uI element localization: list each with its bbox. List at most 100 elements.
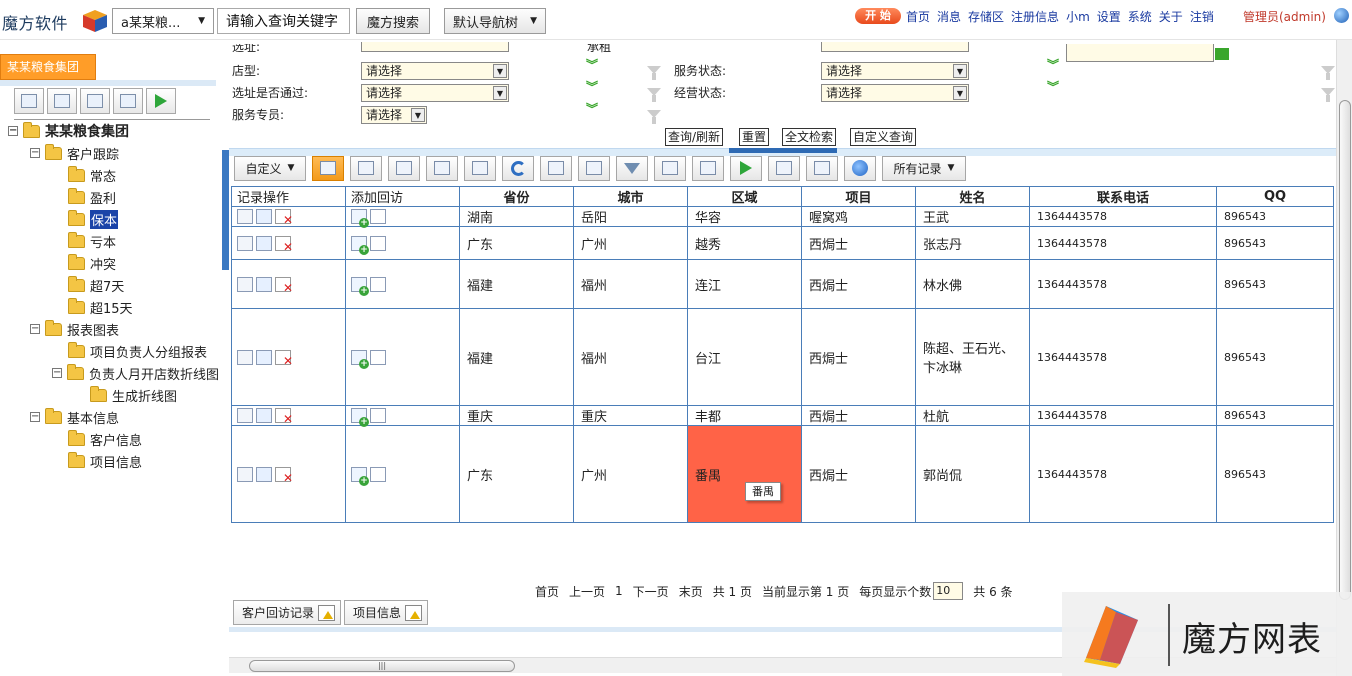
shop-type-select[interactable]: 请选择 ▼ — [361, 62, 509, 80]
collapse-icon[interactable]: − — [8, 126, 18, 136]
service-state-select[interactable]: 请选择 ▼ — [821, 62, 969, 80]
refresh-button[interactable] — [502, 155, 534, 181]
expand-down-icon[interactable]: ︾ — [586, 59, 598, 71]
collapse-icon[interactable]: − — [52, 368, 62, 378]
pager-first[interactable]: 首页 — [535, 583, 559, 600]
tree-node-over-7-days[interactable]: 超7天 — [68, 274, 124, 296]
delete-icon[interactable] — [275, 466, 293, 485]
list-icon[interactable] — [370, 235, 386, 251]
link-little-m[interactable]: 小m — [1066, 8, 1090, 25]
link-system[interactable]: 系统 — [1128, 8, 1152, 25]
filter-input-partial[interactable] — [1066, 44, 1214, 62]
link-logout[interactable]: 注销 — [1190, 8, 1214, 25]
tree-add-button[interactable] — [14, 88, 44, 114]
delete-button[interactable] — [540, 155, 572, 181]
delete-icon[interactable] — [275, 349, 293, 368]
edit-icon[interactable] — [256, 408, 272, 423]
add-record-button[interactable] — [312, 155, 344, 181]
query-refresh-button[interactable]: 查询/刷新 — [665, 128, 724, 146]
column-header[interactable]: 姓名 — [915, 186, 1030, 207]
list-icon[interactable] — [370, 408, 386, 423]
column-header[interactable]: 记录操作 — [231, 186, 346, 207]
pager-next[interactable]: 下一页 — [633, 583, 669, 600]
filter-icon[interactable] — [1321, 66, 1335, 80]
table-row[interactable]: 福建 福州 连江 西焗士 林水佛 1364443578 896543 — [231, 259, 1334, 309]
view-icon[interactable] — [237, 276, 253, 292]
column-header[interactable]: 城市 — [573, 186, 688, 207]
add-visit-icon[interactable] — [351, 209, 369, 228]
tab-project-info[interactable]: 项目信息 — [344, 600, 429, 625]
view-icon[interactable] — [237, 408, 253, 423]
table-row[interactable]: 重庆 重庆 丰都 西焗士 杜航 1364443578 896543 — [231, 405, 1334, 427]
dept-select[interactable]: a某某粮... ▼ — [112, 8, 214, 34]
site-pass-select[interactable]: 请选择 ▼ — [361, 84, 509, 102]
custom-dropdown-button[interactable]: 自定义 ▼ — [234, 155, 306, 181]
edit-icon[interactable] — [256, 349, 272, 365]
edit-icon[interactable] — [256, 209, 272, 224]
collapse-icon[interactable]: − — [30, 148, 40, 158]
search-icon[interactable] — [1215, 48, 1229, 60]
batch-edit-button[interactable] — [426, 155, 458, 181]
collapse-icon[interactable]: − — [30, 412, 40, 422]
scroll-thumb[interactable]: ||| — [249, 660, 515, 672]
filter-icon[interactable] — [647, 88, 661, 102]
tree-node-customer-tracking[interactable]: − 客户跟踪 — [30, 142, 119, 164]
expand-up-icon[interactable] — [405, 604, 423, 621]
expand-down-icon[interactable]: ︾ — [586, 81, 598, 93]
filter-button[interactable] — [616, 155, 648, 181]
search-button[interactable]: 魔方搜索 — [356, 8, 430, 34]
table-row[interactable]: 广东 广州 番禺 西焗士 郭尚侃 1364443578 896543 — [231, 425, 1334, 523]
expand-down-icon[interactable]: ︾ — [586, 103, 598, 115]
table-row[interactable]: 湖南 岳阳 华容 喔窝鸡 王武 1364443578 896543 — [231, 206, 1334, 228]
district-cell-highlighted[interactable]: 番禺 — [687, 425, 802, 523]
edit-button[interactable] — [388, 155, 420, 181]
add-visit-icon[interactable] — [351, 235, 369, 255]
tab-customer-visits[interactable]: 客户回访记录 — [233, 600, 342, 625]
tree-node-group-report[interactable]: 项目负责人分组报表 — [68, 340, 207, 362]
image-button[interactable] — [692, 155, 724, 181]
link-settings[interactable]: 设置 — [1097, 8, 1121, 25]
edit-icon[interactable] — [256, 235, 272, 251]
expand-up-icon[interactable] — [318, 604, 336, 621]
add-visit-icon[interactable] — [351, 466, 369, 486]
tree-node-conflict[interactable]: 冲突 — [68, 252, 116, 274]
view-icon[interactable] — [237, 466, 253, 482]
list-icon[interactable] — [370, 276, 386, 292]
link-about[interactable]: 关于 — [1159, 8, 1183, 25]
filter-icon[interactable] — [647, 66, 661, 80]
column-header[interactable]: 添加回访 — [345, 186, 460, 207]
add-visit-icon[interactable] — [351, 276, 369, 296]
table-row[interactable]: 广东 广州 越秀 西焗士 张志丹 1364443578 896543 — [231, 226, 1334, 260]
list-icon[interactable] — [370, 349, 386, 365]
filter-icon[interactable] — [647, 110, 661, 124]
list-icon[interactable] — [370, 466, 386, 482]
business-state-select[interactable]: 请选择 ▼ — [821, 84, 969, 102]
service-staff-select[interactable]: 请选择 ▼ — [361, 106, 427, 124]
filter-select-partial-right[interactable] — [821, 42, 969, 52]
tree-edit-button[interactable] — [47, 88, 77, 114]
delete-icon[interactable] — [275, 276, 293, 295]
edit-icon[interactable] — [256, 276, 272, 292]
collapse-icon[interactable]: − — [30, 324, 40, 334]
start-button[interactable]: 开 始 — [855, 8, 901, 24]
column-header[interactable]: 项目 — [801, 186, 916, 207]
link-messages[interactable]: 消息 — [937, 8, 961, 25]
pager-prev[interactable]: 上一页 — [569, 583, 605, 600]
flag-button[interactable] — [768, 155, 800, 181]
delete-icon[interactable] — [275, 235, 293, 254]
all-records-dropdown[interactable]: 所有记录 ▼ — [882, 155, 966, 181]
admin-user-label[interactable]: 管理员(admin) — [1243, 8, 1326, 25]
vertical-scrollbar[interactable] — [1336, 40, 1352, 676]
calculator-button[interactable] — [464, 155, 496, 181]
expand-down-icon[interactable]: ︾ — [1047, 81, 1059, 93]
view-icon[interactable] — [237, 349, 253, 365]
filter-select-partial[interactable] — [361, 42, 509, 52]
filter-icon[interactable] — [1321, 88, 1335, 102]
table-row[interactable]: 福建 福州 台江 西焗士 陈超、王石光、卞冰琳 1364443578 89654… — [231, 308, 1334, 406]
column-header[interactable]: 省份 — [459, 186, 574, 207]
tree-node-profit[interactable]: 盈利 — [68, 186, 116, 208]
tree-export-button[interactable] — [113, 88, 143, 114]
tree-node-generate-chart[interactable]: 生成折线图 — [90, 384, 177, 406]
reset-button[interactable]: 重置 — [739, 128, 770, 146]
tree-node-root[interactable]: − 某某粮食集团 — [8, 120, 129, 142]
